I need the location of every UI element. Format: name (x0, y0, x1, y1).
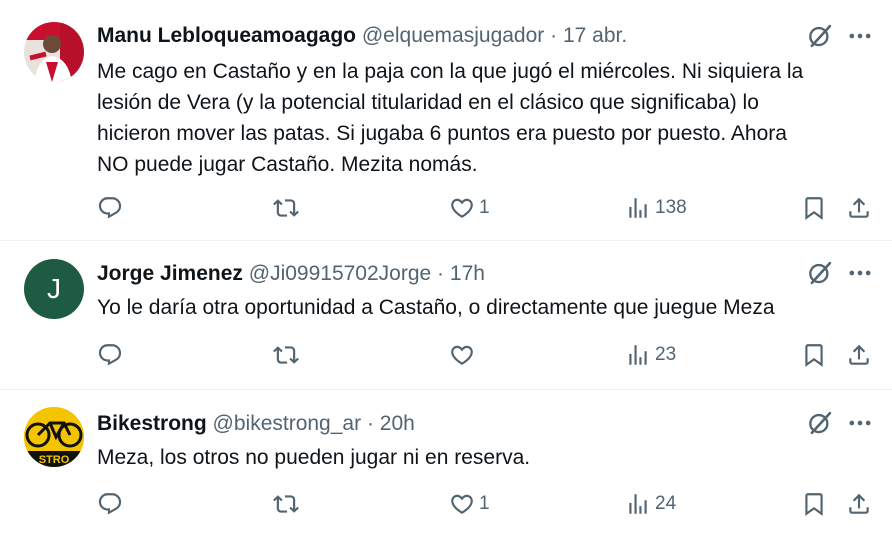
tweet-header: Jorge Jimenez @Ji09915702Jorge · 17h (97, 261, 485, 287)
grok-icon[interactable] (806, 409, 834, 437)
tweet[interactable]: Manu Lebloqueamoagago @elquemasjugador ·… (0, 0, 892, 240)
tweet-text: Me cago en Castaño y en la paja con la q… (97, 56, 872, 180)
reply-button[interactable] (97, 193, 127, 223)
grok-icon[interactable] (806, 259, 834, 287)
bookmark-button[interactable] (801, 193, 827, 223)
reply-icon (97, 342, 123, 368)
retweet-button[interactable] (273, 340, 303, 370)
avatar[interactable] (24, 22, 84, 82)
share-icon (846, 342, 872, 368)
user-handle[interactable]: @bikestrong_ar (213, 412, 362, 435)
retweet-icon (273, 195, 299, 221)
separator-dot: · (366, 412, 374, 435)
more-icon[interactable] (846, 409, 874, 437)
views-button[interactable]: 24 (625, 489, 676, 519)
retweet-button[interactable] (273, 489, 303, 519)
tweet-text-line: Yo le daría otra oportunidad a Castaño, … (97, 296, 775, 319)
views-count: 23 (655, 344, 677, 365)
bookmark-icon (801, 342, 827, 368)
display-name[interactable]: Bikestrong (97, 412, 207, 435)
user-handle[interactable]: @elquemasjugador (362, 24, 544, 47)
action-bar: 1 138 (0, 193, 892, 223)
share-button[interactable] (846, 193, 872, 223)
like-button[interactable] (449, 340, 479, 370)
retweet-icon (273, 342, 299, 368)
bookmark-button[interactable] (801, 489, 827, 519)
bookmark-button[interactable] (801, 340, 827, 370)
tweet-text-line: Me cago en Castaño y en la paja con la q… (97, 60, 804, 83)
views-icon (625, 342, 651, 368)
reply-button[interactable] (97, 340, 127, 370)
retweet-icon (273, 491, 299, 517)
more-icon[interactable] (846, 259, 874, 287)
retweet-button[interactable] (273, 193, 303, 223)
timestamp[interactable]: 20h (380, 412, 415, 435)
share-icon (846, 491, 872, 517)
user-handle[interactable]: @Ji09915702Jorge (249, 262, 431, 285)
like-button[interactable]: 1 (449, 193, 490, 223)
like-button[interactable]: 1 (449, 489, 490, 519)
avatar-logo: STRO (24, 407, 84, 467)
tweet-text-line: lesión de Vera (y la potencial titularid… (97, 91, 759, 114)
avatar[interactable]: STRO (24, 407, 84, 467)
display-name[interactable]: Manu Lebloqueamoagago (97, 24, 356, 47)
action-bar: 1 24 (0, 489, 892, 519)
more-icon[interactable] (846, 22, 874, 50)
reply-button[interactable] (97, 489, 127, 519)
bookmark-icon (801, 491, 827, 517)
timestamp[interactable]: 17h (450, 262, 485, 285)
reply-icon (97, 195, 123, 221)
tweet-header: Manu Lebloqueamoagago @elquemasjugador ·… (97, 23, 627, 49)
tweet-header: Bikestrong @bikestrong_ar · 20h (97, 411, 415, 437)
tweet-text-line: hicieron mover las patas. Si jugaba 6 pu… (97, 122, 787, 145)
tweet[interactable]: J Jorge Jimenez @Ji09915702Jorge · 17h Y… (0, 241, 892, 389)
views-count: 24 (655, 493, 677, 514)
views-count: 138 (655, 197, 687, 218)
display-name[interactable]: Jorge Jimenez (97, 262, 243, 285)
like-count: 1 (479, 493, 490, 514)
share-icon (846, 195, 872, 221)
separator-dot: · (437, 262, 445, 285)
grok-icon[interactable] (806, 22, 834, 50)
views-icon (625, 491, 651, 517)
share-button[interactable] (846, 340, 872, 370)
action-bar: 23 (0, 340, 892, 370)
tweet-text: Meza, los otros no pueden jugar ni en re… (97, 442, 872, 473)
like-icon (449, 195, 475, 221)
tweet-text-line: NO puede jugar Castaño. Mezita nomás. (97, 153, 478, 176)
avatar-photo (24, 22, 84, 82)
like-icon (449, 342, 475, 368)
avatar[interactable]: J (24, 259, 84, 319)
timestamp[interactable]: 17 abr. (563, 24, 627, 47)
views-button[interactable]: 23 (625, 340, 676, 370)
views-button[interactable]: 138 (625, 193, 687, 223)
tweet-text-line: Meza, los otros no pueden jugar ni en re… (97, 446, 531, 469)
like-icon (449, 491, 475, 517)
svg-text:STRO: STRO (39, 454, 70, 466)
tweet-text: Yo le daría otra oportunidad a Castaño, … (97, 292, 872, 323)
like-count: 1 (479, 197, 490, 218)
share-button[interactable] (846, 489, 872, 519)
views-icon (625, 195, 651, 221)
avatar-letter: J (47, 273, 61, 304)
tweet[interactable]: STRO Bikestrong @bikestrong_ar · 20h Mez… (0, 390, 892, 535)
reply-icon (97, 491, 123, 517)
separator-dot: · (550, 24, 558, 47)
bookmark-icon (801, 195, 827, 221)
